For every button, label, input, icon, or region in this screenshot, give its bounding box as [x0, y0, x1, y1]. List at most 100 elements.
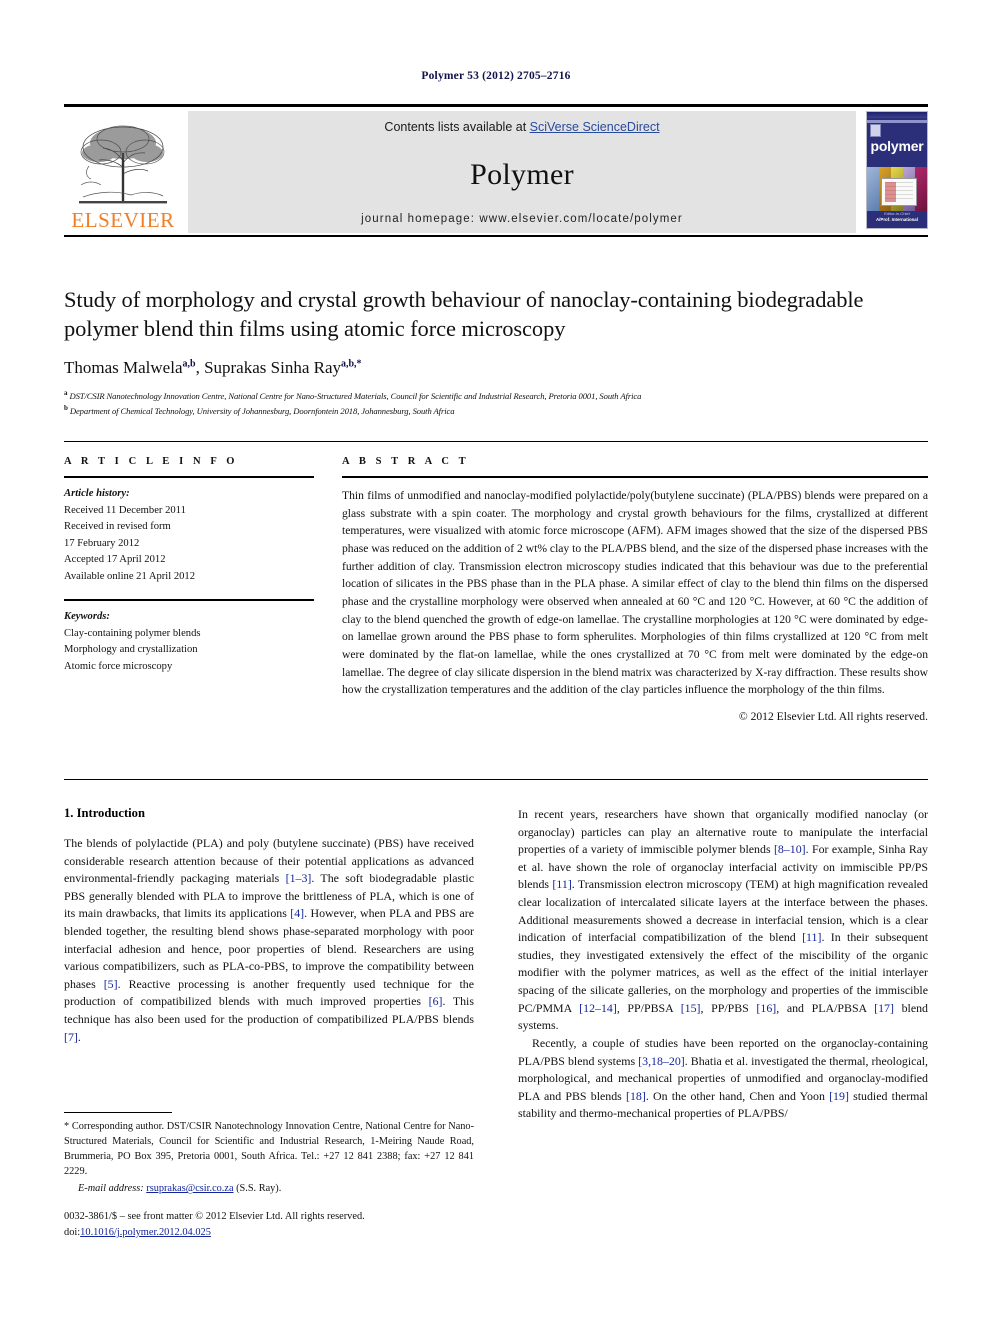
paragraph-text: , PP/PBS — [700, 1000, 757, 1015]
reference-link[interactable]: [11] — [552, 877, 571, 891]
journal-masthead: ELSEVIER Contents lists available at Sci… — [64, 104, 928, 237]
sciencedirect-link[interactable]: SciVerse ScienceDirect — [530, 120, 660, 134]
email-suffix: (S.S. Ray). — [233, 1183, 282, 1195]
abstract-rule — [342, 476, 928, 478]
body-right-column: In recent years, researchers have shown … — [518, 806, 928, 1123]
page-title: Study of morphology and crystal growth b… — [64, 287, 864, 341]
elsevier-logo: ELSEVIER — [64, 111, 182, 233]
paragraph-text: . Reactive processing is another frequen… — [64, 976, 474, 1009]
masthead-top-rule — [64, 104, 928, 107]
reference-link[interactable]: [18] — [626, 1089, 646, 1103]
contents-lists-line: Contents lists available at SciVerse Sci… — [384, 120, 659, 134]
body-column-gap — [474, 806, 518, 1123]
cover-journal-name: polymer — [870, 138, 924, 154]
body-columns: 1. Introduction The blends of polylactid… — [64, 806, 928, 1123]
paragraph-text: . On the other hand, Chen and Yoon — [645, 1088, 830, 1103]
reference-link[interactable]: [4] — [290, 906, 304, 920]
paragraph-text: . — [77, 1029, 81, 1044]
issn-copyright-line: 0032-3861/$ – see front matter © 2012 El… — [64, 1211, 365, 1222]
reference-link[interactable]: [5] — [104, 977, 118, 991]
journal-cover-thumbnail[interactable]: polymer Editor-in-Chief A/Prof. Internat… — [866, 111, 928, 229]
keyword-item: Clay-containing polymer blends — [64, 627, 201, 639]
footnote-body: Corresponding author. DST/CSIR Nanotechn… — [64, 1121, 474, 1178]
affiliation-b: b Department of Chemical Technology, Uni… — [64, 403, 928, 418]
cover-footer-bottom: A/Prof. International — [876, 216, 918, 222]
running-head: Polymer 53 (2012) 2705–2716 — [421, 70, 571, 82]
paragraph-right-2: Recently, a couple of studies have been … — [518, 1035, 928, 1123]
author-name-2: Suprakas Sinha Ray — [204, 357, 341, 377]
history-item: 17 February 2012 — [64, 537, 140, 549]
info-abstract-row: A R T I C L E I N F O Article history: R… — [64, 456, 928, 723]
paragraph-text: , PP/PBSA — [616, 1000, 681, 1015]
author-list: Thomas Malwelaa,b, Suprakas Sinha Raya,b… — [64, 357, 362, 377]
paragraph-left-1: The blends of polylactide (PLA) and poly… — [64, 835, 474, 1046]
article-history-block: Article history: Received 11 December 20… — [64, 486, 314, 585]
reference-link[interactable]: [3,18–20] — [638, 1054, 685, 1068]
cover-inset-figure — [881, 178, 917, 206]
copyright-line: © 2012 Elsevier Ltd. All rights reserved… — [738, 710, 928, 724]
reference-link[interactable]: [16] — [756, 1001, 776, 1015]
imprint-block: 0032-3861/$ – see front matter © 2012 El… — [64, 1209, 524, 1240]
title-block: Study of morphology and crystal growth b… — [64, 286, 928, 418]
reference-link[interactable]: [15] — [681, 1001, 701, 1015]
abstract-text: Thin films of unmodified and nanoclay-mo… — [342, 489, 928, 697]
abstract-bottom-rule — [64, 779, 928, 780]
article-info-rule — [64, 476, 314, 478]
elsevier-tree-icon — [79, 125, 167, 204]
keywords-block: Keywords: Clay-containing polymer blends… — [64, 609, 314, 675]
paragraph-text: , and PLA/PBSA — [776, 1000, 875, 1015]
history-item: Received 11 December 2011 — [64, 504, 186, 516]
reference-link[interactable]: [7] — [64, 1030, 78, 1044]
reference-link[interactable]: [19] — [829, 1089, 849, 1103]
paragraph-right-1: In recent years, researchers have shown … — [518, 806, 928, 1035]
abstract-column: A B S T R A C T Thin films of unmodified… — [342, 456, 928, 723]
cover-stripe — [867, 120, 927, 123]
column-gap — [314, 456, 342, 723]
article-info-heading: A R T I C L E I N F O — [64, 456, 239, 467]
elsevier-wordmark: ELSEVIER — [71, 208, 175, 232]
footnote-rule — [64, 1112, 172, 1113]
corresponding-author-footnote: * Corresponding author. DST/CSIR Nanotec… — [64, 1112, 474, 1194]
history-item: Available online 21 April 2012 — [64, 570, 196, 582]
journal-homepage-line[interactable]: journal homepage: www.elsevier.com/locat… — [361, 213, 683, 225]
doi-line: doi:10.1016/j.polymer.2012.04.025 — [64, 1225, 524, 1241]
doi-link[interactable]: 10.1016/j.polymer.2012.04.025 — [80, 1227, 211, 1238]
reference-link[interactable]: [12–14] — [579, 1001, 617, 1015]
affiliation-a: a DST/CSIR Nanotechnology Innovation Cen… — [64, 388, 928, 403]
info-section-top-rule — [64, 441, 928, 442]
article-history-label: Article history: — [64, 488, 130, 499]
reference-link[interactable]: [6] — [429, 994, 443, 1008]
reference-link[interactable]: [17] — [874, 1001, 894, 1015]
footnote-text: * Corresponding author. DST/CSIR Nanotec… — [64, 1119, 474, 1179]
reference-link[interactable]: [8–10] — [774, 842, 806, 856]
cover-footer-top: Editor-in-Chief — [884, 211, 910, 217]
email-address-label: E-mail address: — [78, 1183, 144, 1195]
reference-link[interactable]: [11] — [802, 930, 821, 944]
affiliation-b-text: Department of Chemical Technology, Unive… — [69, 405, 455, 416]
affiliation-a-text: DST/CSIR Nanotechnology Innovation Centr… — [69, 390, 642, 401]
cover-badge-icon — [870, 124, 881, 137]
keyword-item: Atomic force microscopy — [64, 660, 173, 672]
article-info-column: A R T I C L E I N F O Article history: R… — [64, 456, 314, 723]
author-name-1: Thomas Malwela — [64, 357, 183, 377]
affiliations: a DST/CSIR Nanotechnology Innovation Cen… — [64, 388, 928, 418]
keywords-rule — [64, 599, 314, 602]
cover-top-bar — [867, 112, 927, 118]
footnote-email-line: E-mail address: rsuprakas@csir.co.za (S.… — [64, 1183, 474, 1194]
journal-title: Polymer — [470, 157, 574, 191]
journal-article-page: Polymer 53 (2012) 2705–2716 ELSEVIER Con… — [0, 0, 992, 1323]
doi-label: doi: — [64, 1226, 81, 1238]
keywords-label: Keywords: — [64, 611, 110, 623]
reference-link[interactable]: [1–3] — [286, 871, 312, 885]
contents-prefix-text: Contents lists available at — [384, 120, 530, 134]
keyword-item: Morphology and crystallization — [64, 644, 198, 656]
author-1-affil-marker: a,b — [182, 357, 196, 369]
masthead-bottom-rule — [64, 235, 928, 237]
affiliation-a-marker: a — [64, 388, 68, 397]
affiliation-b-marker: b — [64, 403, 68, 412]
abstract-heading: A B S T R A C T — [342, 456, 470, 467]
history-item: Received in revised form — [64, 521, 171, 533]
journal-banner: Contents lists available at SciVerse Sci… — [188, 111, 856, 233]
author-2-affil-marker: a,b,* — [341, 357, 362, 369]
email-link[interactable]: rsuprakas@csir.co.za — [146, 1183, 233, 1194]
